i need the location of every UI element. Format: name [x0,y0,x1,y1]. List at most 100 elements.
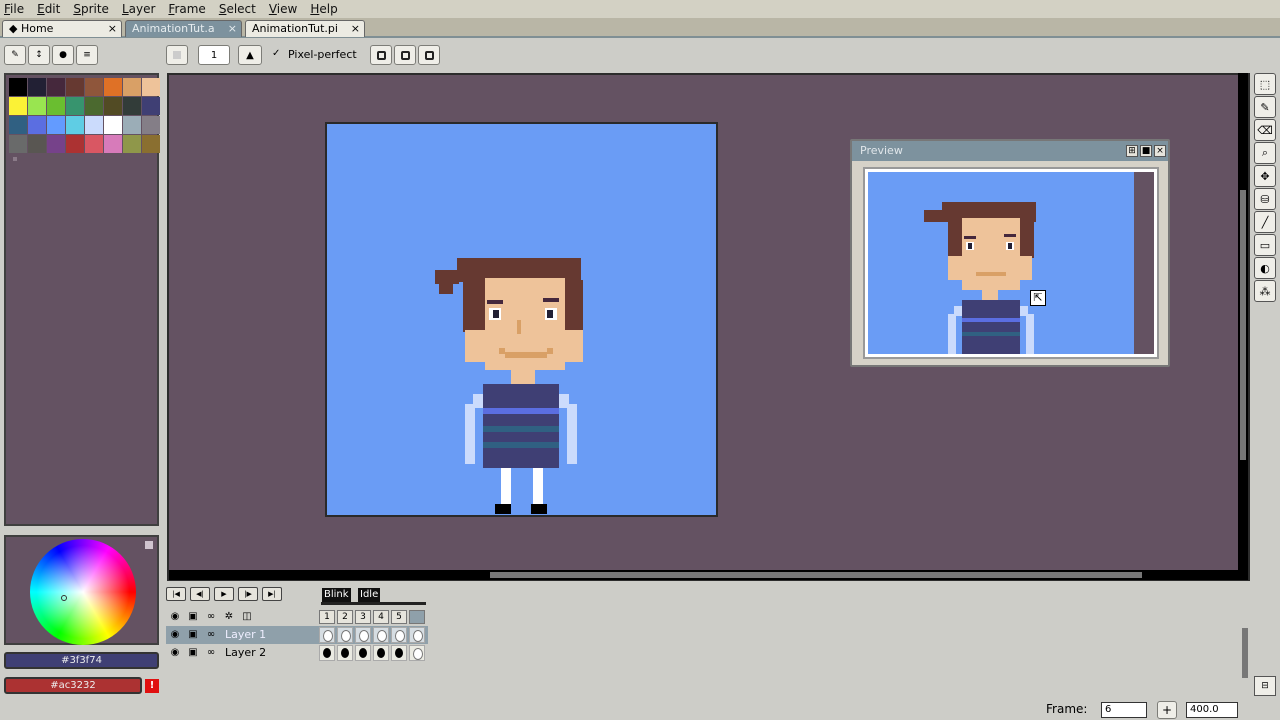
lock-icon[interactable]: ▣ [186,628,200,642]
tool-blur-button[interactable]: ⁂ [1254,280,1276,302]
preview-title-bar[interactable]: Preview [852,141,1168,161]
previous-frame-button[interactable]: ◀| [190,587,210,601]
pixel-perfect-label[interactable]: Pixel-perfect [288,48,357,61]
palette-swatch[interactable] [28,97,46,115]
preview-window[interactable]: Preview ⊞ ■ × ⇱ [850,139,1170,367]
background-color-button[interactable]: #ac3232 [4,677,142,694]
palette-swatch[interactable] [123,116,141,134]
palette-swatch[interactable] [9,78,27,96]
tab-animation-tut-2[interactable]: AnimationTut.pi × [245,20,365,37]
cel[interactable] [337,627,353,643]
menu-edit[interactable]: Edit [37,0,60,18]
palette-swatch[interactable] [66,135,84,153]
cel[interactable] [355,627,371,643]
palette-swatch[interactable] [66,97,84,115]
palette-swatch[interactable] [142,97,160,115]
new-frame-button[interactable]: + [1157,701,1177,719]
palette-swatch[interactable] [85,97,103,115]
palette-swatch[interactable] [47,116,65,134]
cel[interactable] [409,645,425,661]
foreground-color-button[interactable]: #3f3f74 [4,652,159,669]
frame-header[interactable]: 5 [391,610,407,624]
palette-edit-button[interactable]: ✎ [4,45,26,65]
palette-swatch[interactable] [47,78,65,96]
palette-swatch[interactable] [9,116,27,134]
tool-eraser-button[interactable]: ⌫ [1254,119,1276,141]
warning-icon[interactable]: ! [145,679,159,693]
palette-swatch[interactable] [142,116,160,134]
preview-center-button[interactable]: ⊞ [1126,145,1138,157]
frame-header[interactable]: 2 [337,610,353,624]
tag-idle[interactable]: Idle [358,588,381,602]
tag-blink[interactable]: Blink [322,588,351,602]
palette-swatch[interactable] [85,78,103,96]
editor-horizontal-scroll-thumb[interactable] [490,572,1142,578]
cel[interactable] [355,645,371,661]
frame-header[interactable]: 4 [373,610,389,624]
close-icon[interactable]: × [351,21,360,36]
close-icon[interactable]: × [108,21,117,36]
menu-view[interactable]: View [269,0,297,18]
palette-swatch[interactable] [104,97,122,115]
palette-resize-handle[interactable] [13,157,17,161]
ink-button[interactable]: ▲ [238,45,262,65]
link-icon[interactable]: ∞ [204,646,218,660]
cel[interactable] [319,627,335,643]
play-button[interactable]: ▶ [214,587,234,601]
editor-vertical-scroll-thumb[interactable] [1240,190,1246,460]
link-icon[interactable]: ∞ [204,628,218,642]
last-frame-button[interactable]: ▶| [262,587,282,601]
palette-swatch[interactable] [104,116,122,134]
palette-swatch[interactable] [47,135,65,153]
palette-swatch[interactable] [9,97,27,115]
palette-swatch[interactable] [9,135,27,153]
preview-view[interactable]: ⇱ [863,167,1159,359]
cel[interactable] [373,645,389,661]
palette-swatch[interactable] [104,135,122,153]
palette-swatch[interactable] [66,78,84,96]
palette-swatch[interactable] [47,97,65,115]
palette-swatch[interactable] [28,78,46,96]
palette-swatch[interactable] [104,78,122,96]
palette-options-button[interactable]: ≡ [76,45,98,65]
next-frame-button[interactable]: |▶ [238,587,258,601]
palette-swatch[interactable] [85,135,103,153]
tab-animation-tut-1[interactable]: AnimationTut.a × [125,20,242,37]
eye-icon[interactable]: ◉ [168,628,182,642]
menu-help[interactable]: Help [310,0,337,18]
tool-ellipse-button[interactable]: ◐ [1254,257,1276,279]
wheel-options-icon[interactable] [145,541,153,549]
tool-paint-bucket-button[interactable]: ⛁ [1254,188,1276,210]
first-frame-button[interactable]: |◀ [166,587,186,601]
palette-swatch[interactable] [123,78,141,96]
color-wheel[interactable] [30,539,136,645]
menu-sprite[interactable]: Sprite [73,0,109,18]
selection-mode-subtract[interactable] [418,45,440,65]
palette-swatch[interactable] [28,135,46,153]
layer-name[interactable]: Layer 1 [225,628,266,642]
cel[interactable] [391,645,407,661]
timeline-scrollbar[interactable] [1242,628,1248,678]
eye-icon[interactable]: ◉ [168,610,182,624]
frame-header[interactable]: 3 [355,610,371,624]
cel[interactable] [391,627,407,643]
lock-icon[interactable]: ▣ [186,610,200,624]
preview-close-button[interactable]: × [1154,145,1166,157]
palette-swatch[interactable] [142,135,160,153]
sprite-canvas[interactable] [325,122,718,517]
layer-name[interactable]: Layer 2 [225,646,266,660]
brush-type-button[interactable] [166,45,188,65]
palette-swatch[interactable] [85,116,103,134]
palette-swatch[interactable] [123,97,141,115]
cel[interactable] [319,645,335,661]
palette-swatch[interactable] [123,135,141,153]
brush-size-input[interactable]: 1 [198,45,230,65]
gear-icon[interactable]: ✲ [222,610,236,624]
timeline-zoom-button[interactable]: ⊟ [1254,676,1276,696]
cel[interactable] [337,645,353,661]
cel[interactable] [373,627,389,643]
eye-icon[interactable]: ◉ [168,646,182,660]
frame-input[interactable]: 6 [1101,702,1147,718]
frame-header[interactable]: 1 [319,610,335,624]
tool-line-button[interactable]: ╱ [1254,211,1276,233]
